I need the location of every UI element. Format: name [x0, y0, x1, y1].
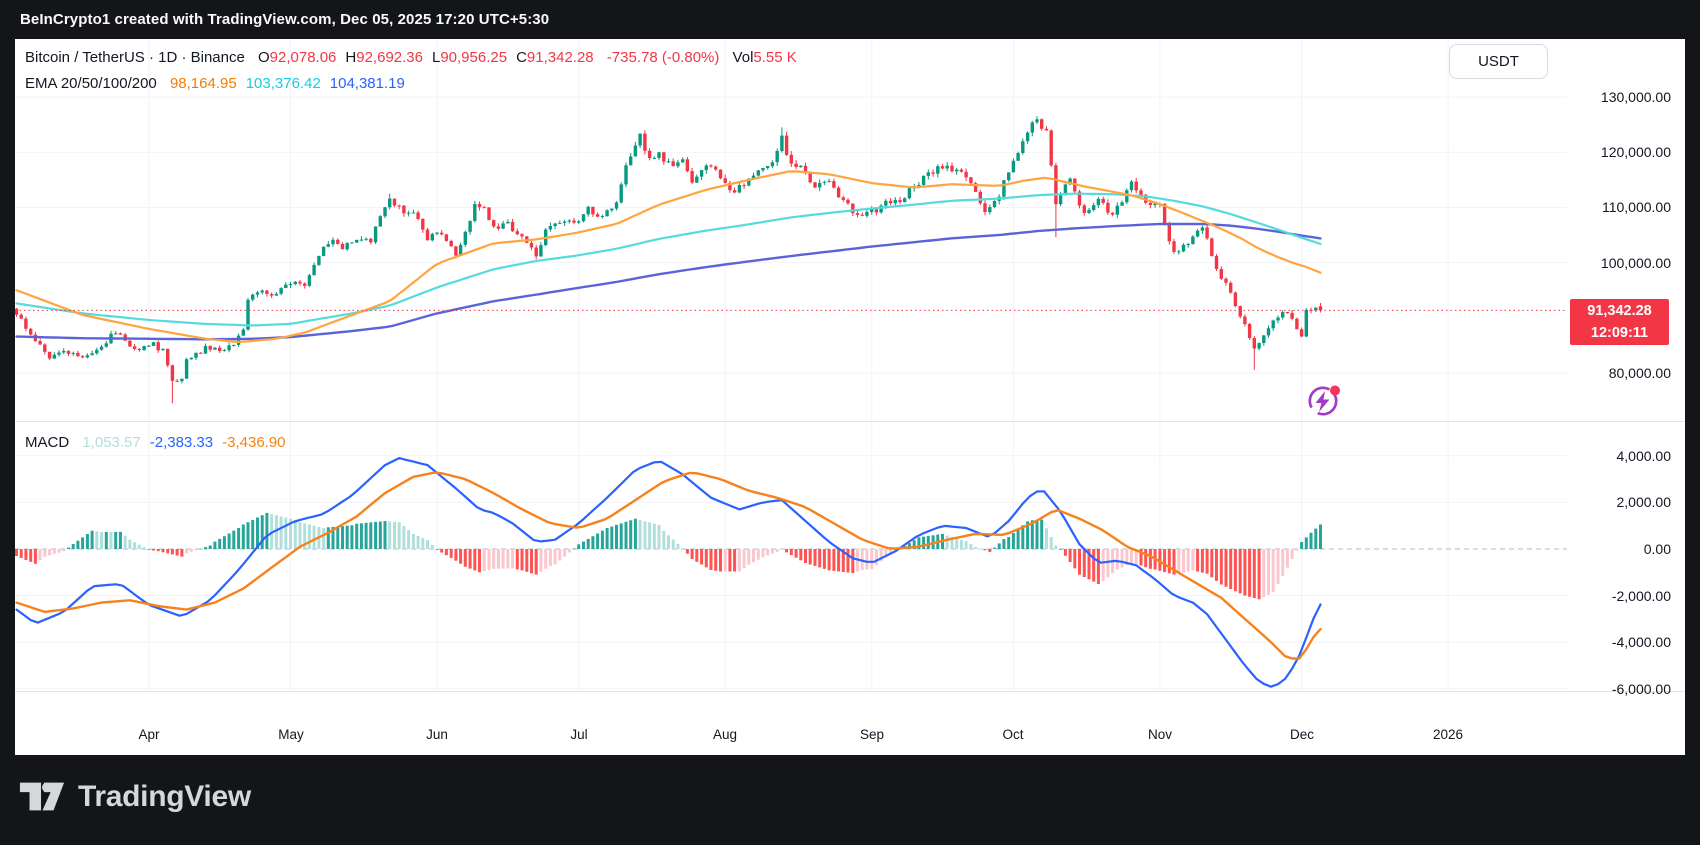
price-change: -735.78 (-0.80%)	[606, 49, 720, 66]
ema-value: 104,381.19	[329, 75, 405, 92]
watermark-text: BeInCrypto1 created with TradingView.com…	[20, 11, 550, 28]
macd-legend[interactable]: MACD 1,053.57 -2,383.33 -3,436.90	[25, 434, 286, 451]
tradingview-brand-text: TradingView	[78, 779, 251, 813]
ohlc-field: L90,956.25	[431, 49, 508, 66]
tradingview-logo[interactable]: TradingView	[18, 779, 251, 814]
ema-label[interactable]: EMA 20/50/100/200	[25, 75, 157, 92]
time-tick-label: Oct	[1002, 727, 1024, 742]
ema-value: 98,164.95	[169, 75, 237, 92]
macd-tick-label: -2,000.00	[1611, 588, 1671, 604]
currency-toggle-button[interactable]: USDT	[1449, 44, 1548, 79]
time-tick-label: Aug	[712, 727, 738, 742]
macd-label[interactable]: MACD	[25, 434, 69, 451]
time-tick-label: Jul	[570, 727, 588, 742]
ohlc-field: C91,342.28	[516, 49, 594, 66]
macd-tick-label: 4,000.00	[1616, 448, 1672, 464]
ema-values: 98,164.95 103,376.42 104,381.19	[161, 75, 405, 92]
price-tick-label: 120,000.00	[1600, 144, 1671, 160]
last-price-value: 91,342.28	[1587, 303, 1652, 319]
ohlc-field: O92,078.06	[258, 49, 337, 66]
macd-values: 1,053.57 -2,383.33 -3,436.90	[73, 434, 285, 451]
time-tick-label: Nov	[1147, 727, 1172, 742]
chart-panel[interactable]: Bitcoin / TetherUS · 1D · Binance O92,07…	[15, 39, 1685, 755]
macd-tick-label: 0.00	[1643, 541, 1671, 557]
macd-value: 1,053.57	[82, 434, 141, 451]
last-price-badge: 91,342.28 12:09:11	[1570, 299, 1669, 345]
price-tick-label: 100,000.00	[1600, 255, 1671, 271]
macd-tick-label: -6,000.00	[1611, 681, 1671, 697]
time-tick-label: Dec	[1289, 727, 1314, 742]
macd-tick-label: -4,000.00	[1611, 634, 1671, 650]
ohlc-field: H92,692.36	[345, 49, 423, 66]
flash-icon	[1308, 385, 1340, 416]
price-tick-label: 130,000.00	[1600, 89, 1671, 105]
price-tick-label: 110,000.00	[1601, 199, 1671, 215]
tradingview-logo-icon	[19, 782, 65, 811]
macd-tick-label: 2,000.00	[1616, 494, 1672, 510]
bar-countdown: 12:09:11	[1590, 325, 1649, 341]
watermark-top-bar: BeInCrypto1 created with TradingView.com…	[0, 0, 1700, 39]
time-tick-label: 2026	[1432, 727, 1464, 742]
chart-canvas[interactable]	[15, 39, 1685, 755]
symbol-title[interactable]: Bitcoin / TetherUS · 1D · Binance	[25, 49, 245, 66]
time-tick-label: Sep	[859, 727, 885, 742]
footer-bar: TradingView	[0, 755, 1700, 845]
ohlc-values: O92,078.06 H92,692.36 L90,956.25 C91,342.28	[249, 49, 594, 66]
ema-legend[interactable]: EMA 20/50/100/200 98,164.95 103,376.42 104…	[25, 75, 405, 92]
macd-value: -3,436.90	[222, 434, 286, 451]
time-tick-label: Apr	[138, 727, 160, 742]
volume-label: Vol	[732, 49, 754, 66]
flash-watermark-icon	[1306, 383, 1342, 419]
price-tick-label: 80,000.00	[1608, 365, 1671, 381]
time-tick-label: Jun	[426, 727, 448, 742]
time-tick-label: May	[278, 727, 304, 742]
ema-value: 103,376.42	[245, 75, 321, 92]
macd-value: -2,383.33	[149, 434, 214, 451]
symbol-legend[interactable]: Bitcoin / TetherUS · 1D · Binance O92,07…	[25, 49, 797, 66]
volume-value: 5.55 K	[753, 49, 797, 66]
